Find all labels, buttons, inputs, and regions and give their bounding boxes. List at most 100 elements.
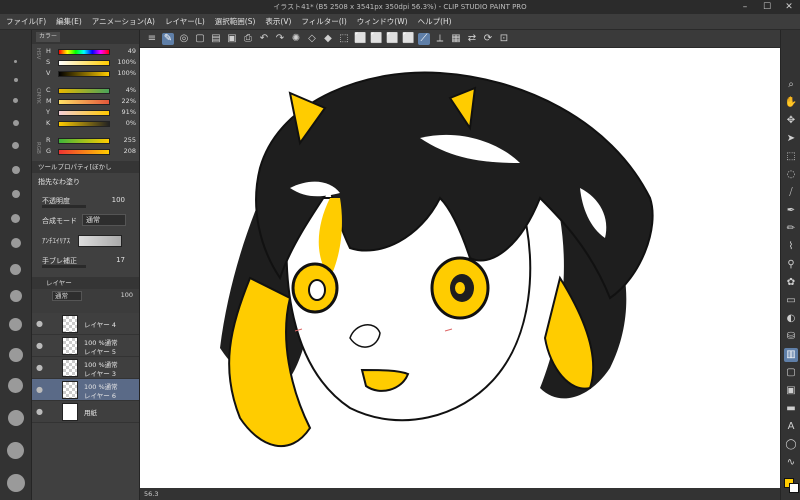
print-icon[interactable]: ⎙ [242, 33, 254, 45]
tool-property-tab[interactable]: ツールプロパティ[ぼかし [32, 161, 139, 173]
reference-icon[interactable]: ⬜ [402, 33, 414, 45]
slider-value[interactable]: 100% [112, 69, 136, 77]
open-file-icon[interactable]: ▤ [210, 33, 222, 45]
visibility-eye-icon[interactable]: ● [36, 385, 43, 394]
brush-size-dot[interactable] [14, 60, 17, 63]
pen-tool-icon[interactable]: ✎ [162, 32, 174, 45]
pencil-icon[interactable]: ✏ [784, 222, 798, 236]
brush-size-dot[interactable] [8, 410, 24, 426]
pen-icon[interactable]: ✒ [784, 204, 798, 218]
snap-guide-icon[interactable]: ⟂ [434, 33, 446, 45]
frame-icon[interactable]: ▣ [784, 384, 798, 398]
tab-color[interactable]: カラー [36, 32, 61, 42]
redo-icon[interactable]: ↷ [274, 33, 286, 45]
menu-view[interactable]: 表示(V) [265, 16, 291, 27]
airbrush-icon[interactable]: ⚲ [784, 258, 798, 272]
antialias-toggle[interactable] [78, 235, 122, 247]
layer-panel-tab[interactable]: レイヤー [32, 277, 139, 289]
blend-icon[interactable]: ◐ [784, 312, 798, 326]
layer-blend-select[interactable]: 通常 [52, 291, 82, 301]
slider-green[interactable]: G 208 [36, 146, 139, 157]
menu-edit[interactable]: 編集(E) [56, 16, 82, 27]
crop-icon[interactable]: ⬜ [370, 33, 382, 45]
slider-value[interactable]: V 100% [36, 68, 139, 79]
menu-layer[interactable]: レイヤー(L) [165, 16, 205, 27]
brush-size-dot[interactable] [12, 166, 20, 174]
fit-icon[interactable]: ⊡ [498, 33, 510, 45]
value-slider-bar[interactable] [58, 71, 110, 77]
decoration-icon[interactable]: ✿ [784, 276, 798, 290]
layer-row[interactable]: ● 100 %通常 レイヤー 3 [32, 357, 139, 379]
slider-value[interactable]: 22% [112, 97, 136, 105]
sub-color-swatch[interactable] [789, 483, 799, 493]
clear-icon[interactable]: ◇ [306, 33, 318, 45]
fill-icon[interactable]: ◆ [322, 33, 334, 45]
move-icon[interactable]: ✥ [784, 114, 798, 128]
lasso-icon[interactable]: ◌ [784, 168, 798, 182]
grid-icon[interactable]: ▦ [450, 33, 462, 45]
slider-hue[interactable]: H 49 [36, 46, 139, 57]
brush-size-dot[interactable] [9, 348, 23, 362]
slider-value[interactable]: 0% [112, 119, 136, 127]
slider-cyan[interactable]: C 4% [36, 85, 139, 96]
slider-black[interactable]: K 0% [36, 118, 139, 129]
stabilization-value[interactable]: 17 [116, 256, 125, 264]
text-icon[interactable]: A [784, 420, 798, 434]
saturation-slider-bar[interactable] [58, 60, 110, 66]
opacity-value[interactable]: 100 [112, 196, 125, 204]
rotate-icon[interactable]: ⟳ [482, 33, 494, 45]
ruler-icon[interactable]: ▬ [784, 402, 798, 416]
black-slider-bar[interactable] [58, 121, 110, 127]
layer-row[interactable]: ● 100 %通常 レイヤー 5 [32, 335, 139, 357]
green-slider-bar[interactable] [58, 149, 110, 155]
menu-filter[interactable]: フィルター(I) [301, 16, 346, 27]
brush-size-dot[interactable] [13, 120, 19, 126]
zoom-icon[interactable]: ⌕ [784, 78, 798, 92]
snap-icon[interactable]: ◎ [178, 33, 190, 45]
transform-icon[interactable]: ⬚ [338, 33, 350, 45]
balloon-icon[interactable]: ◯ [784, 438, 798, 452]
save-icon[interactable]: ▣ [226, 33, 238, 45]
menu-animation[interactable]: アニメーション(A) [92, 16, 155, 27]
menu-file[interactable]: ファイル(F) [6, 16, 46, 27]
brush-size-dot[interactable] [7, 442, 24, 459]
blend-mode-select[interactable]: 通常 [82, 214, 126, 226]
brush-size-dot[interactable] [12, 142, 19, 149]
slider-value[interactable]: 208 [112, 147, 136, 155]
eyedropper-icon[interactable]: ⧸ [784, 186, 798, 200]
snap-ruler-icon[interactable]: ⟋ [418, 32, 430, 45]
slider-value[interactable]: 91% [112, 108, 136, 116]
zoom-readout[interactable]: 56.3 [144, 490, 158, 498]
close-icon[interactable]: ✕ [778, 0, 800, 14]
slider-value[interactable]: 49 [112, 47, 136, 55]
new-file-icon[interactable]: ▢ [194, 33, 206, 45]
flip-icon[interactable]: ⇄ [466, 33, 478, 45]
menu-help[interactable]: ヘルプ(H) [418, 16, 452, 27]
brush-size-dot[interactable] [8, 378, 23, 393]
undo-icon[interactable]: ↶ [258, 33, 270, 45]
menu-icon[interactable]: ≡ [146, 33, 158, 45]
red-slider-bar[interactable] [58, 138, 110, 144]
slider-yellow[interactable]: Y 91% [36, 107, 139, 118]
brush-size-dot[interactable] [10, 264, 21, 275]
visibility-eye-icon[interactable]: ● [36, 407, 43, 416]
hue-slider-bar[interactable] [58, 49, 110, 55]
visibility-eye-icon[interactable]: ● [36, 363, 43, 372]
selection-icon[interactable]: ⬚ [784, 150, 798, 164]
loading-icon[interactable]: ✺ [290, 33, 302, 45]
operation-icon[interactable]: ➤ [784, 132, 798, 146]
layer-row[interactable]: ● 用紙 [32, 401, 139, 423]
visibility-eye-icon[interactable]: ● [36, 341, 43, 350]
brush-size-dot[interactable] [12, 190, 20, 198]
drawing-canvas[interactable] [140, 48, 780, 488]
brush-icon[interactable]: ⌇ [784, 240, 798, 254]
slider-red[interactable]: R 255 [36, 135, 139, 146]
menu-window[interactable]: ウィンドウ(W) [357, 16, 408, 27]
layer-row[interactable]: ● レイヤー 4 [32, 313, 139, 335]
layer-opacity-value[interactable]: 100 [121, 291, 133, 299]
stabilization-bar[interactable] [42, 265, 86, 268]
maximize-icon[interactable]: ☐ [756, 0, 778, 14]
brush-size-dot[interactable] [14, 78, 18, 82]
correct-line-icon[interactable]: ∿ [784, 456, 798, 470]
menu-selection[interactable]: 選択範囲(S) [215, 16, 256, 27]
